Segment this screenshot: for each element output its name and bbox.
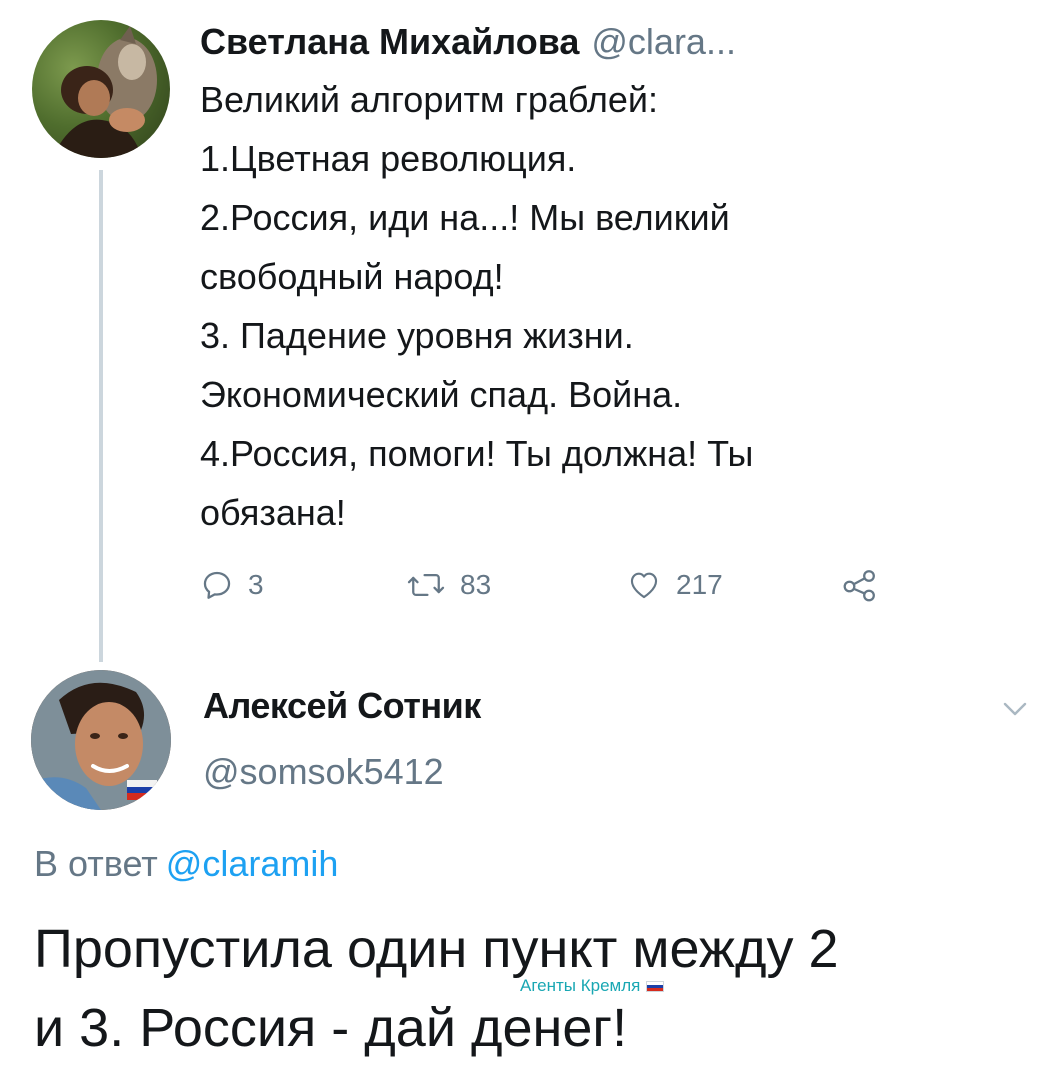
tweet1-text: Великий алгоритм граблей: 1.Цветная рево… xyxy=(200,70,1000,542)
retweet-icon xyxy=(407,573,445,597)
tweet1-avatar[interactable] xyxy=(32,20,170,158)
tweet2-avatar[interactable] xyxy=(31,670,171,810)
tweet1-author-name[interactable]: Светлана Михайлова xyxy=(200,21,579,62)
reply-to-mention[interactable]: @claramih xyxy=(166,843,339,884)
reply-button[interactable]: 3 xyxy=(200,560,264,610)
reply-icon xyxy=(203,571,231,599)
watermark-text: Агенты Кремля xyxy=(520,976,641,995)
like-button[interactable]: 217 xyxy=(626,560,723,610)
tweet1-text-line: обязана! xyxy=(200,492,346,533)
share-icon xyxy=(843,570,875,602)
tweet1-header: Светлана Михайлова @clara... xyxy=(200,18,1030,66)
tweet1-text-line: 1.Цветная революция. xyxy=(200,138,577,179)
tweet1-text-line: свободный народ! xyxy=(200,256,504,297)
reply-to-line: В ответ @claramih xyxy=(34,840,338,888)
tweet2-author-handle[interactable]: @somsok5412 xyxy=(203,748,444,796)
like-count: 217 xyxy=(676,569,723,600)
watermark: Агенты Кремля xyxy=(520,976,665,996)
tweet1-actions: 3 83 217 xyxy=(200,560,900,610)
tweet2-text-line: и 3. Россия - дай денег! xyxy=(34,998,628,1058)
share-button[interactable] xyxy=(840,560,880,610)
tweet2-author-name[interactable]: Алексей Сотник xyxy=(203,682,481,730)
retweet-count: 83 xyxy=(460,569,492,600)
reply-count: 3 xyxy=(248,569,264,600)
tweet1-text-line: 3. Падение уровня жизни. xyxy=(200,315,634,356)
reply-to-label: В ответ xyxy=(34,843,158,884)
tweet1-text-line: 2.Россия, иди на...! Мы великий xyxy=(200,197,730,238)
heart-icon xyxy=(630,572,658,599)
tweet1-text-line: 4.Россия, помоги! Ты должна! Ты xyxy=(200,433,754,474)
russia-flag-icon xyxy=(646,980,665,992)
man-portrait-avatar-icon xyxy=(31,670,171,810)
tweet1-text-line: Экономический спад. Война. xyxy=(200,374,683,415)
woman-with-dog-avatar-icon xyxy=(52,26,157,158)
tweet1-author-handle[interactable]: @clara... xyxy=(591,21,736,62)
chevron-down-icon xyxy=(1003,702,1027,716)
thread-line xyxy=(99,170,103,662)
tweet1-text-line: Великий алгоритм граблей: xyxy=(200,79,658,120)
retweet-button[interactable]: 83 xyxy=(406,560,491,610)
tweet2-menu-button[interactable] xyxy=(998,692,1032,726)
